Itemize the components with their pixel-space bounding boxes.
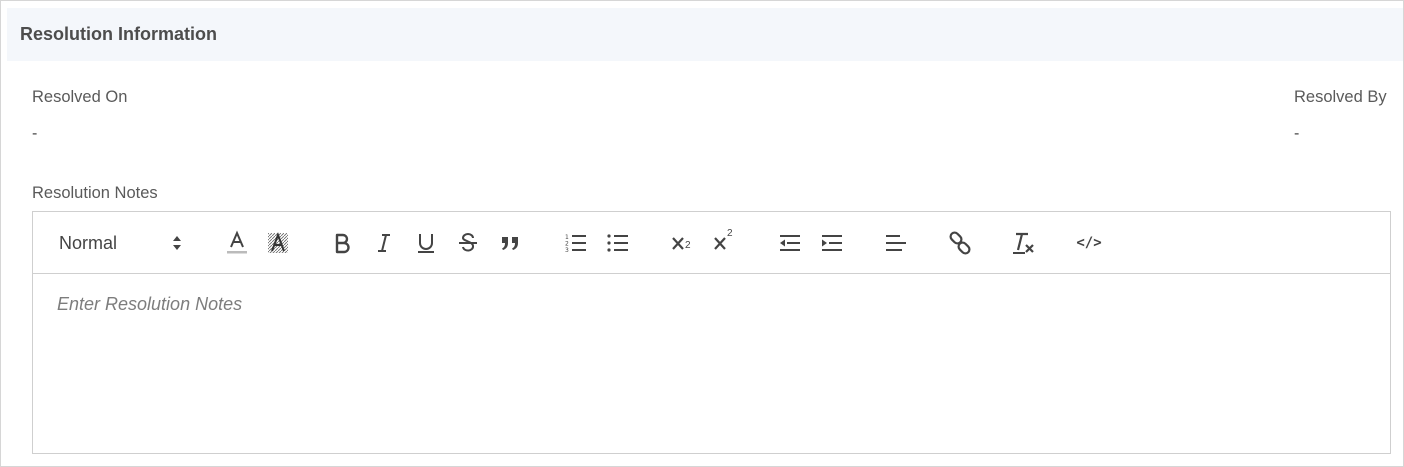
align-left-icon (884, 232, 908, 254)
superscript-button[interactable]: 2 (710, 228, 740, 258)
ordered-list-button[interactable]: 1 2 3 (561, 228, 591, 258)
resolution-panel: Resolution Information Resolved On - Res… (0, 0, 1404, 467)
clear-formatting-icon (1011, 230, 1037, 256)
blockquote-button[interactable] (496, 228, 524, 258)
bullet-list-icon (606, 232, 630, 254)
link-button[interactable] (945, 228, 975, 258)
code-icon: </> (1076, 235, 1102, 251)
underline-button[interactable] (412, 228, 440, 258)
indent-button[interactable] (817, 228, 847, 258)
indent-icon (820, 232, 844, 254)
outdent-icon (778, 232, 802, 254)
strikethrough-button[interactable] (454, 228, 482, 258)
font-color-button[interactable] (222, 228, 252, 258)
superscript-icon (712, 232, 738, 254)
background-color-icon (266, 230, 290, 256)
align-button[interactable] (881, 228, 911, 258)
font-color-icon (225, 230, 249, 256)
bullet-list-button[interactable] (603, 228, 633, 258)
superscript-digit: 2 (727, 228, 733, 239)
svg-text:3: 3 (565, 247, 569, 254)
strikethrough-icon (457, 232, 479, 254)
sort-arrows-icon (171, 234, 183, 257)
link-icon (948, 231, 972, 255)
notes-placeholder: Enter Resolution Notes (57, 294, 243, 314)
resolved-by-label: Resolved By (1294, 88, 1387, 106)
format-select-value: Normal (59, 232, 118, 253)
background-color-button[interactable] (263, 228, 293, 258)
section-header: Resolution Information (7, 8, 1403, 61)
rich-text-editor: Normal 1 2 3 2 2 </> Enter Resolution No… (32, 211, 1391, 454)
quote-icon (499, 233, 521, 253)
code-block-button[interactable]: </> (1071, 228, 1107, 258)
subscript-button[interactable]: 2 (668, 228, 698, 258)
notes-editor-input[interactable]: Enter Resolution Notes (33, 274, 1390, 453)
outdent-button[interactable] (775, 228, 805, 258)
resolved-by-value: - (1294, 125, 1300, 142)
subscript-digit: 2 (685, 240, 691, 251)
subscript-icon (670, 232, 696, 254)
underline-icon (415, 231, 437, 255)
editor-toolbar: Normal 1 2 3 2 2 </> (33, 212, 1390, 274)
format-select[interactable]: Normal (59, 228, 191, 258)
ordered-list-icon: 1 2 3 (564, 232, 588, 254)
resolved-on-value: - (32, 125, 38, 142)
bold-icon (332, 232, 352, 254)
italic-button[interactable] (370, 228, 398, 258)
resolved-on-label: Resolved On (32, 88, 128, 106)
resolution-notes-label: Resolution Notes (32, 184, 158, 202)
clear-formatting-button[interactable] (1009, 228, 1039, 258)
section-title: Resolution Information (20, 24, 217, 44)
bold-button[interactable] (328, 228, 356, 258)
italic-icon (374, 232, 394, 254)
